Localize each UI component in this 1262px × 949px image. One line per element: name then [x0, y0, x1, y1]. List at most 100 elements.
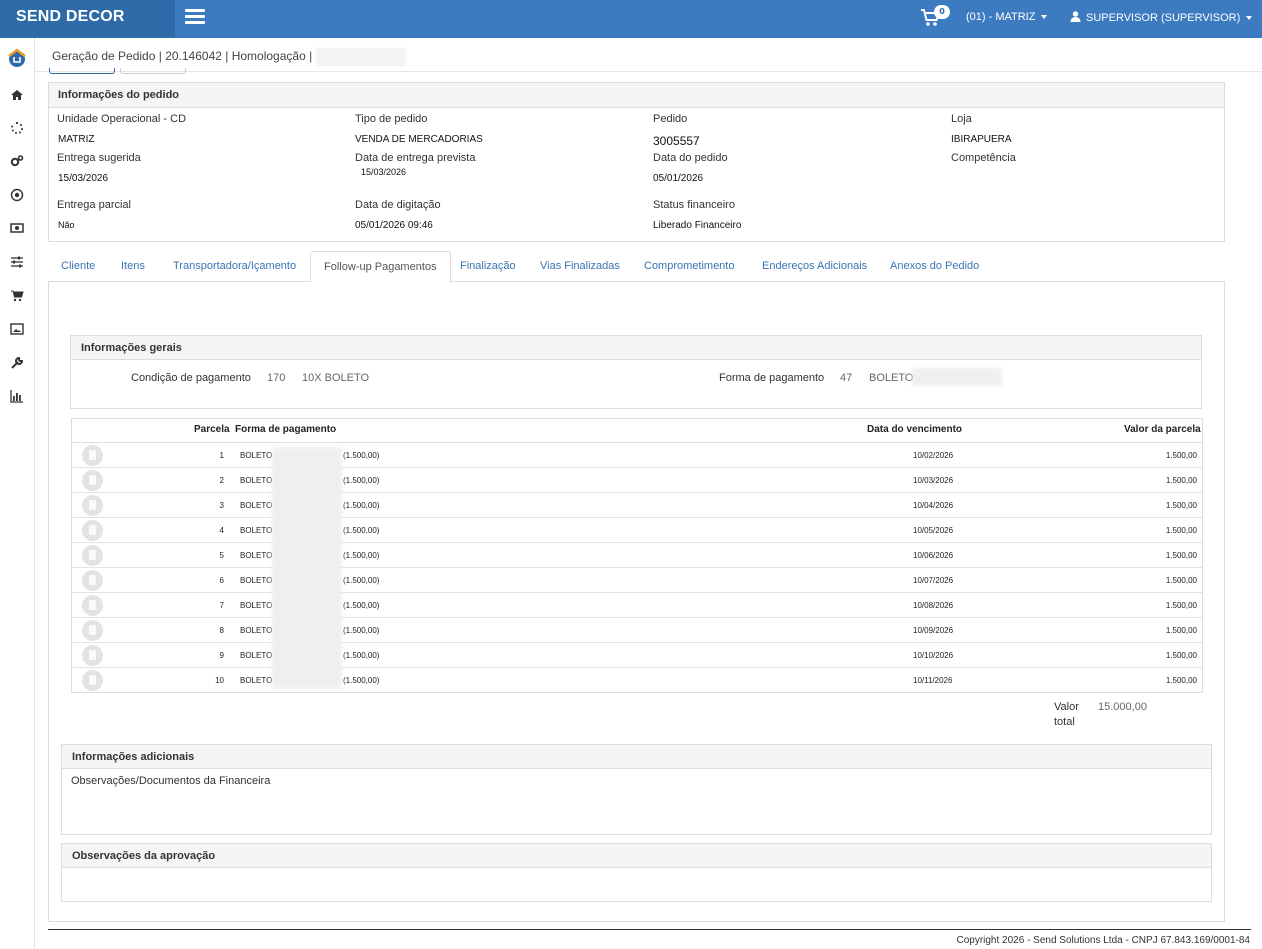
table-row: 3 BOLETO (1.500,00) 10/04/2026 1.500,00: [72, 493, 1202, 518]
field-value: VENDA DE MERCADORIAS: [355, 134, 483, 145]
document-icon[interactable]: [82, 495, 103, 516]
tab-anexos-do-pedido[interactable]: Anexos do Pedido: [877, 251, 992, 282]
tab-itens[interactable]: Itens: [108, 251, 158, 282]
cell-valor: 1.500,00: [1165, 526, 1197, 535]
payment-condition-desc: 10X BOLETO: [302, 372, 370, 384]
tab-finalizacao[interactable]: Finalização: [447, 251, 529, 282]
field-label: Pedido: [653, 113, 688, 125]
breadcrumb-text: Geração de Pedido | 20.146042 | Homologa…: [52, 49, 313, 64]
cell-valor: 1.500,00: [1165, 551, 1197, 560]
cell-vencimento: 10/08/2026: [913, 601, 954, 610]
store-selector[interactable]: (01) - MATRIZ: [966, 11, 1048, 23]
field-value: 05/01/2026: [653, 173, 704, 184]
image-icon[interactable]: [10, 322, 24, 336]
cell-amount: (1.500,00): [343, 501, 380, 510]
document-icon[interactable]: [82, 470, 103, 491]
table-row: 4 BOLETO (1.500,00) 10/05/2026 1.500,00: [72, 518, 1202, 543]
table-row: 1 BOLETO (1.500,00) 10/02/2026 1.500,00: [72, 443, 1202, 468]
cell-amount: (1.500,00): [343, 451, 380, 460]
document-icon[interactable]: [82, 445, 103, 466]
table-row: 9 BOLETO (1.500,00) 10/10/2026 1.500,00: [72, 643, 1202, 668]
cell-vencimento: 10/10/2026: [913, 651, 954, 660]
document-icon[interactable]: [82, 595, 103, 616]
spinner-icon[interactable]: [10, 121, 24, 135]
field-label: Unidade Operacional - CD: [57, 113, 187, 125]
cell-parcela: 6: [219, 576, 224, 585]
cell-vencimento: 10/02/2026: [913, 451, 954, 460]
document-icon[interactable]: [82, 520, 103, 541]
tab-bar: Cliente Itens Transportadora/Içamento Fo…: [48, 251, 1225, 283]
app-logo-icon[interactable]: [7, 48, 27, 68]
panel-title: Observações da aprovação: [62, 844, 1211, 868]
tab-follow-up-pagamentos[interactable]: Follow-up Pagamentos: [310, 251, 451, 283]
redacted-text: [316, 48, 407, 66]
column-header-forma: Forma de pagamento: [235, 424, 337, 435]
menu-toggle-icon[interactable]: [185, 9, 205, 25]
payment-form-code: 47: [840, 372, 853, 384]
cell-amount: (1.500,00): [343, 676, 380, 685]
cogs-icon[interactable]: [10, 154, 24, 168]
bar-chart-icon[interactable]: [10, 389, 24, 403]
cell-vencimento: 10/04/2026: [913, 501, 954, 510]
home-icon[interactable]: [10, 88, 24, 102]
document-icon[interactable]: [82, 620, 103, 641]
cell-forma: BOLETO: [240, 451, 273, 460]
payment-form-label: Forma de pagamento: [719, 372, 825, 384]
cell-parcela: 7: [219, 601, 224, 610]
cell-parcela: 3: [219, 501, 224, 510]
field-value: IBIRAPUERA: [951, 134, 1012, 145]
footer-copyright: Copyright 2026 - Send Solutions Ltda - C…: [956, 935, 1250, 946]
cell-valor: 1.500,00: [1165, 501, 1197, 510]
wrench-icon[interactable]: [10, 356, 24, 370]
secondary-button[interactable]: [120, 68, 186, 74]
field-value: 05/01/2026 09:46: [355, 220, 433, 231]
tab-enderecos-adicionais[interactable]: Endereços Adicionais: [749, 251, 880, 282]
panel-title: Informações adicionais: [62, 745, 1211, 769]
field-value: 15/03/2026: [361, 167, 407, 177]
money-icon[interactable]: [10, 221, 24, 235]
user-menu[interactable]: SUPERVISOR (SUPERVISOR): [1070, 11, 1253, 24]
document-icon[interactable]: [82, 670, 103, 691]
cell-vencimento: 10/03/2026: [913, 476, 954, 485]
additional-info-text: Observações/Documentos da Financeira: [71, 775, 271, 787]
cell-amount: (1.500,00): [343, 551, 380, 560]
field-label: Entrega parcial: [57, 199, 131, 211]
cell-amount: (1.500,00): [343, 626, 380, 635]
document-icon[interactable]: [82, 645, 103, 666]
cart-count-badge: 0: [934, 5, 950, 19]
redacted-text: [912, 368, 1002, 386]
cell-parcela: 10: [215, 676, 224, 685]
table-header: Parcela Forma de pagamento Data do venci…: [72, 419, 1202, 443]
approval-notes-panel: Observações da aprovação: [61, 843, 1212, 902]
tab-transportadora[interactable]: Transportadora/Içamento: [160, 251, 309, 282]
field-label: Tipo de pedido: [355, 113, 428, 125]
payment-form-desc: BOLETO: [869, 372, 914, 384]
field-value: Não: [58, 220, 75, 230]
additional-info-panel: Informações adicionais Observações/Docum…: [61, 744, 1212, 835]
document-icon[interactable]: [82, 545, 103, 566]
cell-vencimento: 10/06/2026: [913, 551, 954, 560]
tab-vias-finalizadas[interactable]: Vias Finalizadas: [527, 251, 633, 282]
cell-amount: (1.500,00): [343, 651, 380, 660]
tab-cliente[interactable]: Cliente: [48, 251, 108, 282]
cart-icon[interactable]: [10, 289, 24, 303]
total-value: 15.000,00: [1098, 701, 1147, 713]
table-row: 10 BOLETO (1.500,00) 10/11/2026 1.500,00: [72, 668, 1202, 693]
cell-valor: 1.500,00: [1165, 451, 1197, 460]
field-value: Liberado Financeiro: [653, 220, 742, 231]
brand-logo[interactable]: SEND DECOR: [0, 0, 175, 38]
target-icon[interactable]: [10, 188, 24, 202]
cell-forma: BOLETO: [240, 601, 273, 610]
cell-vencimento: 10/07/2026: [913, 576, 954, 585]
tab-comprometimento[interactable]: Comprometimento: [631, 251, 747, 282]
divider: [48, 929, 1251, 930]
store-selector-label: (01) - MATRIZ: [966, 11, 1036, 23]
document-icon[interactable]: [82, 570, 103, 591]
cell-vencimento: 10/11/2026: [913, 676, 953, 685]
installments-table: Parcela Forma de pagamento Data do venci…: [71, 418, 1203, 693]
cell-forma: BOLETO: [240, 651, 273, 660]
primary-button[interactable]: [49, 68, 115, 74]
table-row: 6 BOLETO (1.500,00) 10/07/2026 1.500,00: [72, 568, 1202, 593]
sliders-icon[interactable]: [10, 255, 24, 269]
field-label: Competência: [951, 152, 1016, 164]
